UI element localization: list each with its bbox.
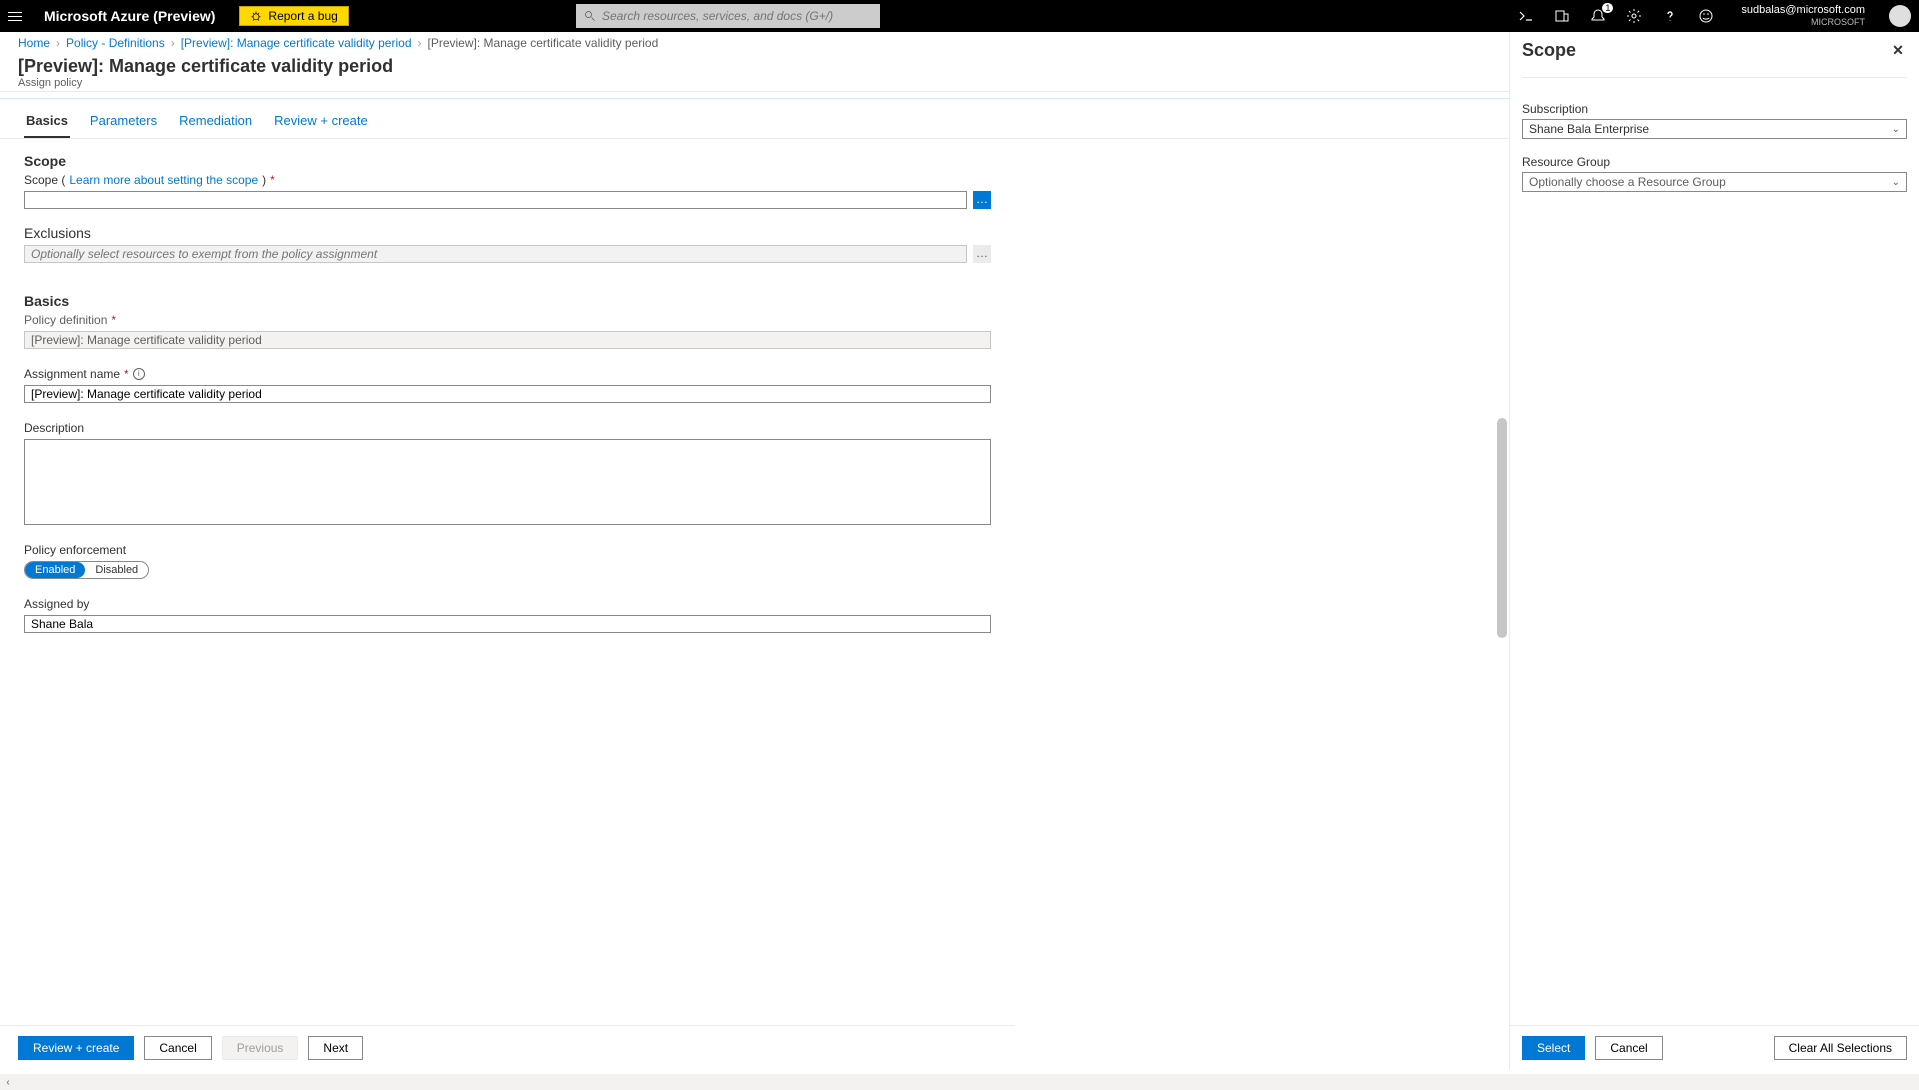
breadcrumb-link[interactable]: Policy - Definitions <box>66 36 165 50</box>
scope-label-row: Scope ( Learn more about setting the scop… <box>24 173 991 187</box>
tab-parameters[interactable]: Parameters <box>88 109 159 138</box>
exclusions-picker-button: … <box>973 245 991 263</box>
resource-group-select[interactable]: Optionally choose a Resource Group ⌄ <box>1522 172 1907 192</box>
menu-icon[interactable] <box>8 6 28 26</box>
required-marker: * <box>124 367 129 381</box>
next-button[interactable]: Next <box>308 1036 363 1060</box>
enforcement-disabled-option[interactable]: Disabled <box>85 562 148 578</box>
cloud-shell-icon[interactable] <box>1517 7 1535 25</box>
description-input[interactable] <box>24 439 991 525</box>
avatar[interactable] <box>1889 5 1911 27</box>
scope-flyout: Scope ✕ Subscription Shane Bala Enterpri… <box>1509 32 1919 1070</box>
account-email: sudbalas@microsoft.com <box>1741 4 1865 16</box>
report-bug-label: Report a bug <box>268 9 337 23</box>
section-scope-heading: Scope <box>24 153 991 169</box>
description-label: Description <box>24 421 84 435</box>
feedback-icon[interactable] <box>1697 7 1715 25</box>
chevron-down-icon: ⌄ <box>1892 124 1900 135</box>
account-block[interactable]: sudbalas@microsoft.com MICROSOFT <box>1741 4 1865 28</box>
flyout-title: Scope <box>1522 40 1576 61</box>
search-input[interactable] <box>602 9 872 23</box>
breadcrumb-current: [Preview]: Manage certificate validity p… <box>428 36 659 50</box>
tab-review-create[interactable]: Review + create <box>272 109 370 138</box>
tab-remediation[interactable]: Remediation <box>177 109 254 138</box>
breadcrumb-link[interactable]: [Preview]: Manage certificate validity p… <box>181 36 412 50</box>
info-icon[interactable]: i <box>133 368 145 380</box>
horizontal-scrollbar[interactable]: ‹ <box>0 1074 1919 1090</box>
section-basics-heading: Basics <box>24 293 991 309</box>
breadcrumb-link[interactable]: Home <box>18 36 50 50</box>
divider <box>1522 77 1907 78</box>
policy-enforcement-label: Policy enforcement <box>24 543 126 557</box>
notifications-icon[interactable]: 1 <box>1589 7 1607 25</box>
assignment-name-input[interactable] <box>24 385 991 403</box>
chevron-down-icon: ⌄ <box>1892 177 1900 188</box>
exclusions-heading: Exclusions <box>24 225 991 241</box>
main-action-bar: Review + create Cancel Previous Next <box>0 1025 1015 1070</box>
scope-label-suffix: ) <box>262 173 266 187</box>
flyout-action-bar: Select Cancel Clear All Selections <box>1510 1025 1919 1070</box>
tab-basics[interactable]: Basics <box>24 109 70 138</box>
policy-definition-label: Policy definition <box>24 313 107 327</box>
resource-group-label: Resource Group <box>1522 155 1907 169</box>
chevron-right-icon: › <box>56 36 60 50</box>
subscription-label: Subscription <box>1522 102 1907 116</box>
assigned-by-input[interactable] <box>24 615 991 633</box>
review-create-button[interactable]: Review + create <box>18 1036 134 1060</box>
topbar-right: 1 sudbalas@microsoft.com MICROSOFT <box>1517 4 1911 28</box>
form-area: Scope Scope ( Learn more about setting th… <box>0 139 1015 633</box>
close-icon[interactable]: ✕ <box>1889 42 1907 60</box>
subscription-value: Shane Bala Enterprise <box>1529 122 1649 136</box>
policy-enforcement-toggle[interactable]: Enabled Disabled <box>24 561 149 579</box>
flyout-cancel-button[interactable]: Cancel <box>1595 1036 1662 1060</box>
required-marker: * <box>270 173 275 187</box>
select-button[interactable]: Select <box>1522 1036 1585 1060</box>
enforcement-enabled-option[interactable]: Enabled <box>25 562 85 578</box>
subscription-select[interactable]: Shane Bala Enterprise ⌄ <box>1522 119 1907 139</box>
scope-learn-more-link[interactable]: Learn more about setting the scope <box>69 173 258 187</box>
scope-picker-button[interactable]: … <box>973 191 991 209</box>
chevron-right-icon: › <box>418 36 422 50</box>
policy-definition-input <box>24 331 991 349</box>
scope-input[interactable] <box>24 191 967 209</box>
chevron-right-icon: › <box>171 36 175 50</box>
top-bar: Microsoft Azure (Preview) Report a bug 1… <box>0 0 1919 32</box>
settings-icon[interactable] <box>1625 7 1643 25</box>
assignment-name-label: Assignment name <box>24 367 120 381</box>
account-tenant: MICROSOFT <box>1741 16 1865 28</box>
global-search[interactable] <box>576 4 880 28</box>
scope-label-prefix: Scope ( <box>24 173 65 187</box>
exclusions-input <box>24 245 967 263</box>
notification-badge: 1 <box>1602 3 1613 13</box>
resource-group-placeholder: Optionally choose a Resource Group <box>1529 175 1726 189</box>
cancel-button[interactable]: Cancel <box>144 1036 211 1060</box>
required-marker: * <box>111 313 116 327</box>
previous-button: Previous <box>222 1036 299 1060</box>
search-icon <box>584 10 596 22</box>
help-icon[interactable] <box>1661 7 1679 25</box>
vertical-scrollbar[interactable] <box>1495 88 1509 1030</box>
scroll-left-icon[interactable]: ‹ <box>0 1077 16 1088</box>
report-bug-button[interactable]: Report a bug <box>239 6 348 26</box>
clear-all-button[interactable]: Clear All Selections <box>1774 1036 1907 1060</box>
assigned-by-label: Assigned by <box>24 597 89 611</box>
brand-title: Microsoft Azure (Preview) <box>44 8 215 24</box>
directory-switch-icon[interactable] <box>1553 7 1571 25</box>
bug-icon <box>250 10 262 22</box>
